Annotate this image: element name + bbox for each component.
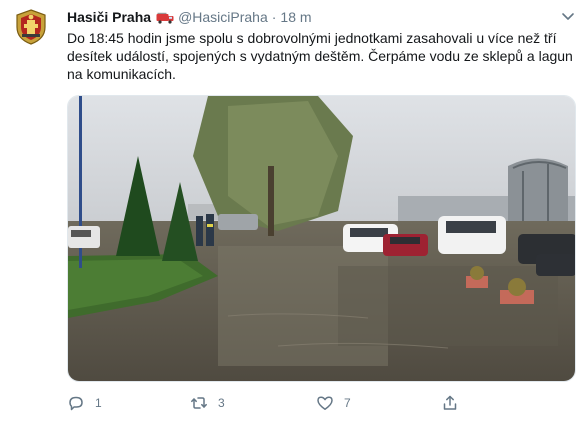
tweet-header: Hasiči Praha @HasiciPraha · 18 m: [67, 8, 312, 26]
reply-count: 1: [95, 396, 102, 410]
tweet-card[interactable]: Hasiči Praha @HasiciPraha · 18 m Do 18:4…: [0, 0, 585, 431]
retweet-count: 3: [218, 396, 225, 410]
share-button[interactable]: [441, 392, 469, 414]
retweet-button[interactable]: 3: [190, 392, 225, 414]
retweet-icon: [191, 397, 207, 409]
tweet-actions: 1 3 7: [67, 392, 487, 414]
reply-icon: [69, 396, 83, 411]
fire-truck-emoji-icon: [156, 11, 174, 24]
like-button[interactable]: 7: [316, 392, 351, 414]
tweet-photo[interactable]: [67, 95, 576, 382]
reply-button[interactable]: 1: [67, 392, 102, 414]
user-handle[interactable]: @HasiciPraha: [178, 9, 268, 25]
timestamp[interactable]: 18 m: [280, 9, 311, 25]
flooded-parking-lot-photo: [68, 96, 575, 381]
tweet-text: Do 18:45 hodin jsme spolu s dobrovolnými…: [67, 30, 573, 82]
avatar[interactable]: [12, 8, 50, 46]
separator-dot: ·: [271, 9, 277, 25]
chevron-down-icon[interactable]: [561, 10, 575, 22]
heart-icon: [317, 396, 333, 410]
fire-brigade-emblem-icon: [16, 9, 46, 45]
display-name[interactable]: Hasiči Praha: [67, 9, 151, 25]
share-icon: [443, 395, 457, 410]
like-count: 7: [344, 396, 351, 410]
